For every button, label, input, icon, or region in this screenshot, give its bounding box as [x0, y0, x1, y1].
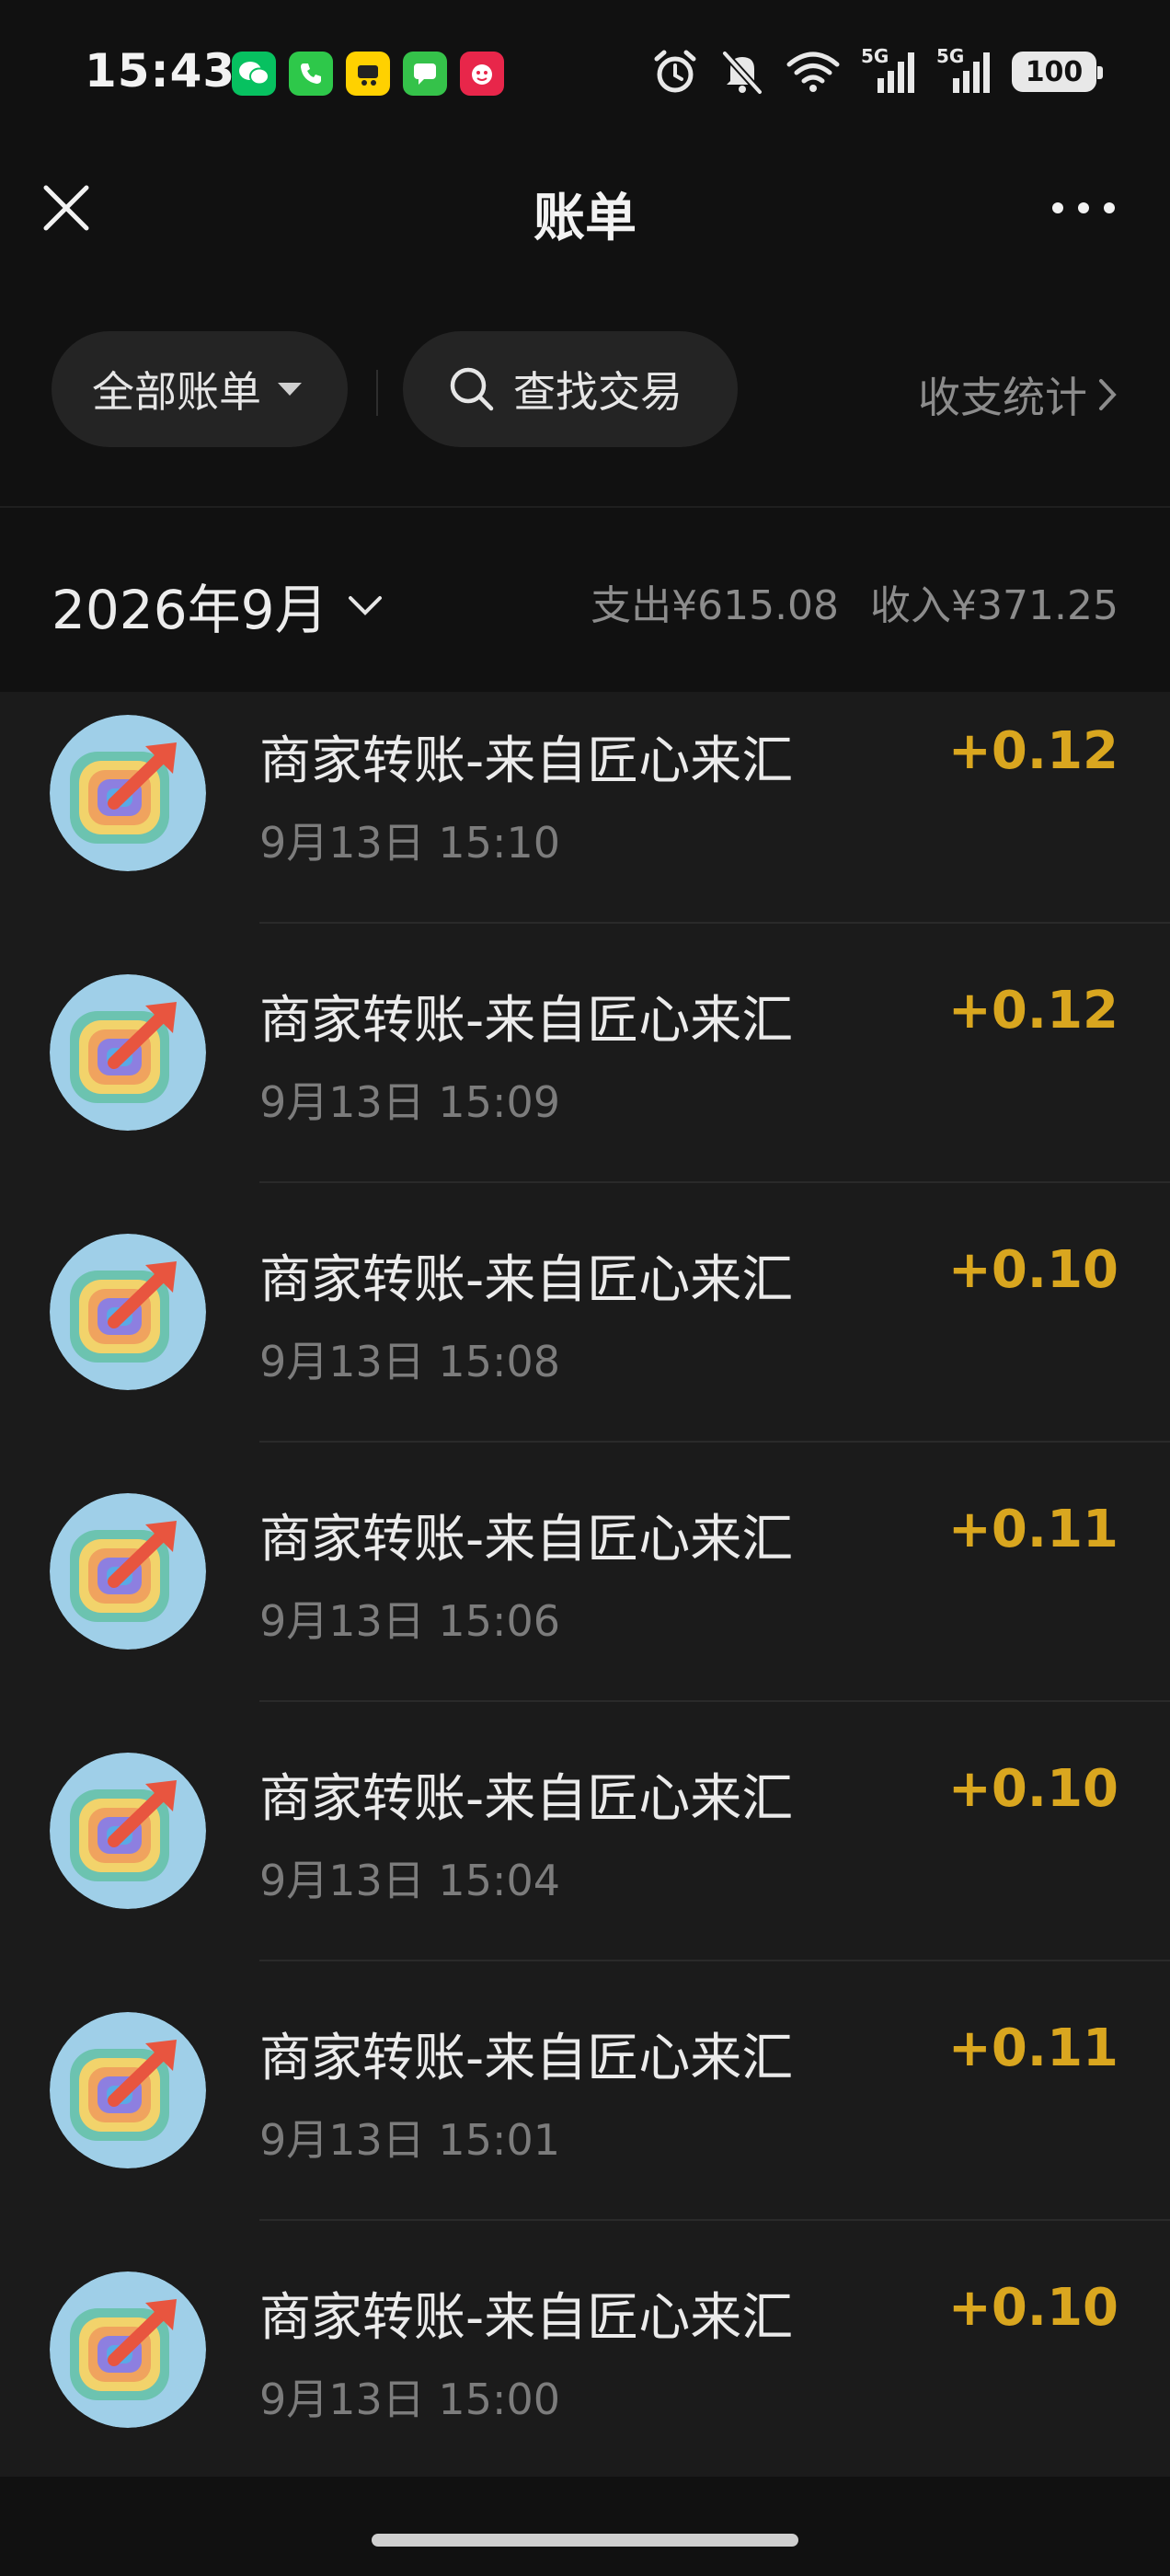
transaction-list: 商家转账-来自匠心来汇 9月13日 15:10 +0.12 商家转账-来自匠心来… [0, 692, 1170, 2477]
merchant-avatar [50, 1493, 206, 1650]
transaction-row[interactable]: 商家转账-来自匠心来汇 9月13日 15:00 +0.10 [0, 2221, 1170, 2477]
filter-divider [376, 370, 378, 416]
transaction-title: 商家转账-来自匠心来汇 [259, 1769, 794, 1829]
expense-total: 支出¥615.08 [591, 582, 840, 629]
merchant-logo-icon [50, 2012, 206, 2168]
search-icon [450, 367, 494, 411]
home-indicator[interactable] [372, 2534, 798, 2547]
transaction-amount: +0.10 [947, 2278, 1118, 2338]
transaction-time: 9月13日 15:00 [259, 2375, 560, 2424]
transaction-title: 商家转账-来自匠心来汇 [259, 1250, 794, 1310]
filter-row: 全部账单 查找交易 收支统计 [0, 331, 1170, 460]
chevron-right-icon [1099, 379, 1117, 410]
transaction-title: 商家转账-来自匠心来汇 [259, 2029, 794, 2088]
income-expense-stats-link[interactable]: 收支统计 [918, 364, 1118, 425]
transaction-title: 商家转账-来自匠心来汇 [259, 1510, 794, 1570]
merchant-avatar [50, 2012, 206, 2168]
more-options-icon[interactable] [1049, 188, 1118, 228]
wifi-icon [786, 52, 840, 92]
merchant-logo-icon [50, 1753, 206, 1909]
bill-screen: 15:43 5G 5G 100 账单 全部账单 查找交易 收支统计 2026年9… [0, 0, 1170, 2576]
transaction-amount: +0.10 [947, 1240, 1118, 1300]
merchant-logo-icon [50, 974, 206, 1131]
transaction-row[interactable]: 商家转账-来自匠心来汇 9月13日 15:01 +0.11 [0, 1961, 1170, 2221]
merchant-avatar [50, 1753, 206, 1909]
month-label: 2026年9月 [52, 579, 328, 641]
all-bills-label: 全部账单 [92, 367, 261, 417]
transaction-time: 9月13日 15:06 [259, 1596, 560, 1646]
page-title: 账单 [533, 189, 637, 248]
phone-icon [289, 52, 333, 96]
signal-5g-icon: 5G [861, 45, 916, 95]
chevron-down-icon [348, 596, 382, 615]
merchant-avatar [50, 2271, 206, 2428]
merchant-logo-icon [50, 1234, 206, 1390]
transaction-amount: +0.12 [947, 981, 1118, 1041]
mute-bell-icon [722, 51, 763, 95]
transaction-title: 商家转账-来自匠心来汇 [259, 2288, 794, 2348]
merchant-logo-icon [50, 715, 206, 871]
transaction-amount: +0.11 [947, 1500, 1118, 1559]
transaction-title: 商家转账-来自匠心来汇 [259, 731, 794, 791]
notification-icons [232, 52, 504, 96]
merchant-avatar [50, 715, 206, 871]
status-time: 15:43 [85, 44, 236, 98]
merchant-logo-icon [50, 2271, 206, 2428]
month-selector[interactable]: 2026年9月 [52, 567, 384, 644]
transaction-amount: +0.12 [947, 721, 1118, 781]
battery-indicator: 100 [1012, 52, 1103, 92]
merchant-avatar [50, 974, 206, 1131]
month-summary: 支出¥615.08 收入¥371.25 [591, 572, 1118, 631]
transaction-time: 9月13日 15:08 [259, 1337, 560, 1386]
status-right: 5G 5G 100 [651, 45, 1103, 96]
pinduoduo-icon [460, 52, 504, 96]
month-header: 2026年9月 支出¥615.08 收入¥371.25 [0, 508, 1170, 692]
income-total: 收入¥371.25 [870, 582, 1118, 629]
transaction-row[interactable]: 商家转账-来自匠心来汇 9月13日 15:08 +0.10 [0, 1183, 1170, 1443]
status-bar: 15:43 5G 5G 100 [0, 0, 1170, 138]
merchant-avatar [50, 1234, 206, 1390]
alarm-icon [654, 50, 696, 93]
transaction-time: 9月13日 15:04 [259, 1856, 560, 1905]
merchant-logo-icon [50, 1493, 206, 1650]
all-bills-dropdown[interactable]: 全部账单 [52, 331, 348, 447]
caret-down-icon [278, 383, 302, 396]
search-transactions-button[interactable]: 查找交易 [403, 331, 738, 447]
search-transactions-label: 查找交易 [513, 367, 682, 417]
transaction-row[interactable]: 商家转账-来自匠心来汇 9月13日 15:04 +0.10 [0, 1702, 1170, 1961]
transaction-time: 9月13日 15:10 [259, 818, 560, 868]
transaction-row[interactable]: 商家转账-来自匠心来汇 9月13日 15:09 +0.12 [0, 924, 1170, 1183]
nav-bar: 账单 [0, 156, 1170, 267]
transaction-amount: +0.11 [947, 2018, 1118, 2078]
transaction-title: 商家转账-来自匠心来汇 [259, 991, 794, 1051]
messages-icon [403, 52, 447, 96]
transaction-amount: +0.10 [947, 1759, 1118, 1819]
wechat-icon [232, 52, 276, 96]
transaction-row[interactable]: 商家转账-来自匠心来汇 9月13日 15:10 +0.12 [0, 692, 1170, 924]
transaction-time: 9月13日 15:01 [259, 2115, 560, 2165]
stats-label: 收支统计 [918, 373, 1087, 422]
signal-5g-icon-2: 5G [936, 45, 992, 95]
transaction-row[interactable]: 商家转账-来自匠心来汇 9月13日 15:06 +0.11 [0, 1443, 1170, 1702]
meituan-icon [346, 52, 390, 96]
transaction-time: 9月13日 15:09 [259, 1077, 560, 1127]
